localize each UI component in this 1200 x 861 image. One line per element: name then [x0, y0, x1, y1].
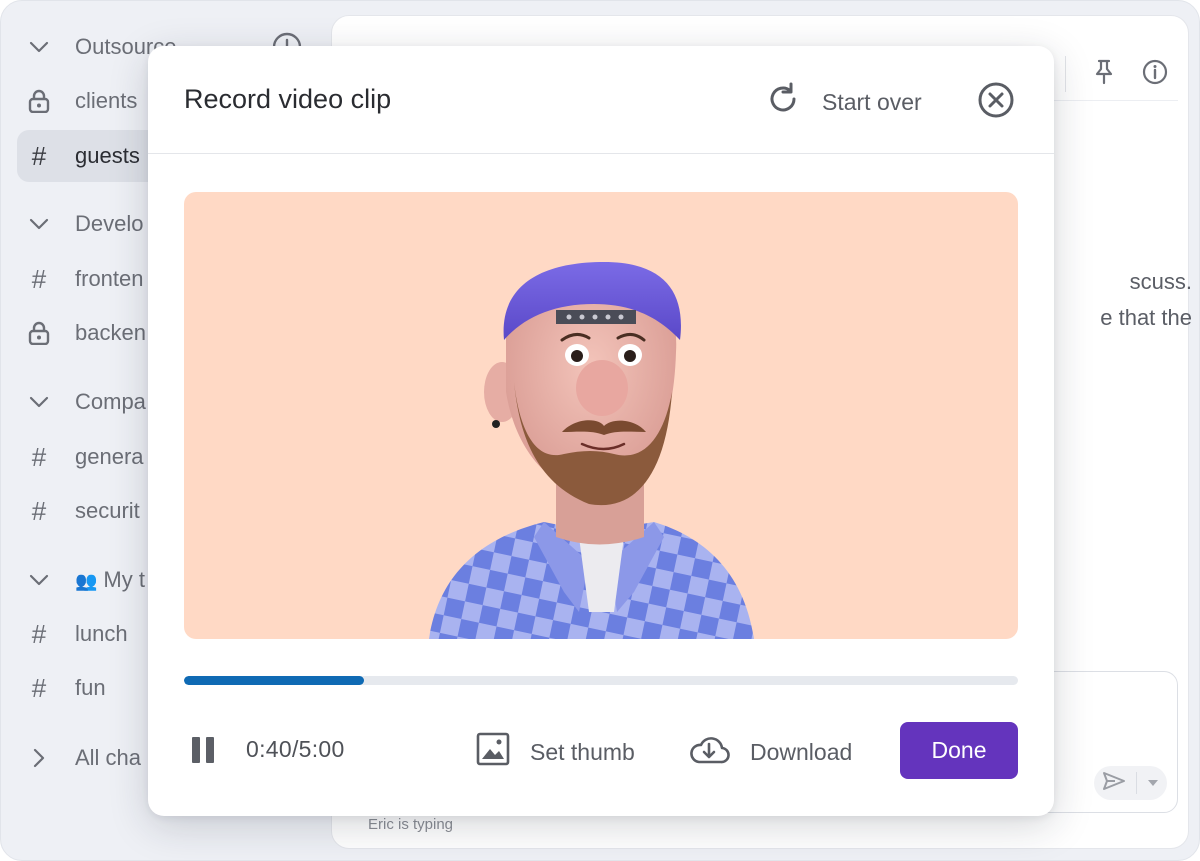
image-icon: [476, 732, 510, 772]
time-display: 0:40/5:00: [246, 736, 345, 762]
sidebar-item-label: clients: [75, 88, 138, 113]
caret-down-icon[interactable]: [1147, 774, 1159, 792]
done-button[interactable]: Done: [900, 722, 1018, 779]
pause-icon-bar: [192, 737, 200, 763]
app-window: Outsource clients # guests Develo # fron…: [0, 0, 1200, 861]
set-thumb-label: Set thumb: [530, 738, 635, 765]
sidebar-item-label: All cha: [75, 745, 142, 770]
modal-header: Record video clip Start over: [148, 46, 1054, 154]
avatar-illustration: [429, 262, 754, 639]
divider: [1065, 56, 1066, 92]
hash-icon: #: [31, 263, 47, 294]
record-video-modal: Record video clip Start over 0:40/5:00 S…: [148, 46, 1054, 816]
chevron-down-icon: [17, 218, 61, 230]
start-over-label: Start over: [822, 88, 922, 115]
sidebar-section-text: My t: [103, 567, 145, 592]
lock-icon: [17, 321, 61, 345]
hash-icon: #: [31, 441, 47, 472]
download-button[interactable]: Download: [688, 732, 852, 772]
sidebar-section-label: 👥 My t: [75, 567, 145, 593]
info-icon[interactable]: [1142, 59, 1168, 90]
sidebar-section-label: Develo: [75, 211, 144, 236]
modal-title: Record video clip: [184, 84, 392, 114]
hash-icon: #: [31, 140, 47, 171]
pause-button[interactable]: [192, 737, 220, 767]
sidebar-item-label: guests: [75, 143, 140, 168]
message-text: scuss. e that the: [1052, 264, 1192, 336]
hash-icon: #: [31, 618, 47, 649]
message-line: scuss.: [1129, 269, 1192, 294]
people-icon: 👥: [75, 571, 98, 591]
sidebar-item-label: fronten: [75, 266, 144, 291]
message-line: e that the: [1100, 305, 1192, 330]
close-icon: [977, 81, 1015, 124]
start-over-button[interactable]: Start over: [766, 82, 922, 122]
hash-icon: #: [31, 672, 47, 703]
chevron-down-icon: [17, 396, 61, 408]
divider: [1136, 772, 1137, 794]
send-button-group: [1094, 766, 1167, 800]
video-controls: 0:40/5:00 Set thumb Download Done: [184, 722, 1018, 780]
refresh-icon: [766, 82, 800, 122]
video-progress-fill: [184, 676, 365, 685]
send-icon[interactable]: [1102, 771, 1126, 796]
sidebar-item-label: backen: [75, 320, 146, 345]
chevron-down-icon: [17, 574, 61, 586]
set-thumb-button[interactable]: Set thumb: [476, 732, 635, 772]
sidebar-section-label: Compa: [75, 389, 146, 414]
sidebar-item-label: genera: [75, 444, 144, 469]
chevron-down-icon: [17, 41, 61, 53]
typing-indicator: Eric is typing: [368, 816, 454, 833]
sidebar-item-label: fun: [75, 675, 106, 700]
pin-icon[interactable]: [1092, 59, 1116, 90]
download-label: Download: [750, 738, 853, 765]
lock-icon: [17, 89, 61, 113]
pause-icon-bar: [206, 737, 214, 763]
chevron-right-icon: [17, 748, 61, 768]
cloud-download-icon: [688, 733, 730, 771]
sidebar-item-label: securit: [75, 498, 140, 523]
hash-icon: #: [31, 495, 47, 526]
close-button[interactable]: [976, 82, 1016, 122]
video-progress-bar[interactable]: [184, 676, 1018, 685]
sidebar-item-label: lunch: [75, 621, 128, 646]
video-preview: [184, 192, 1018, 639]
